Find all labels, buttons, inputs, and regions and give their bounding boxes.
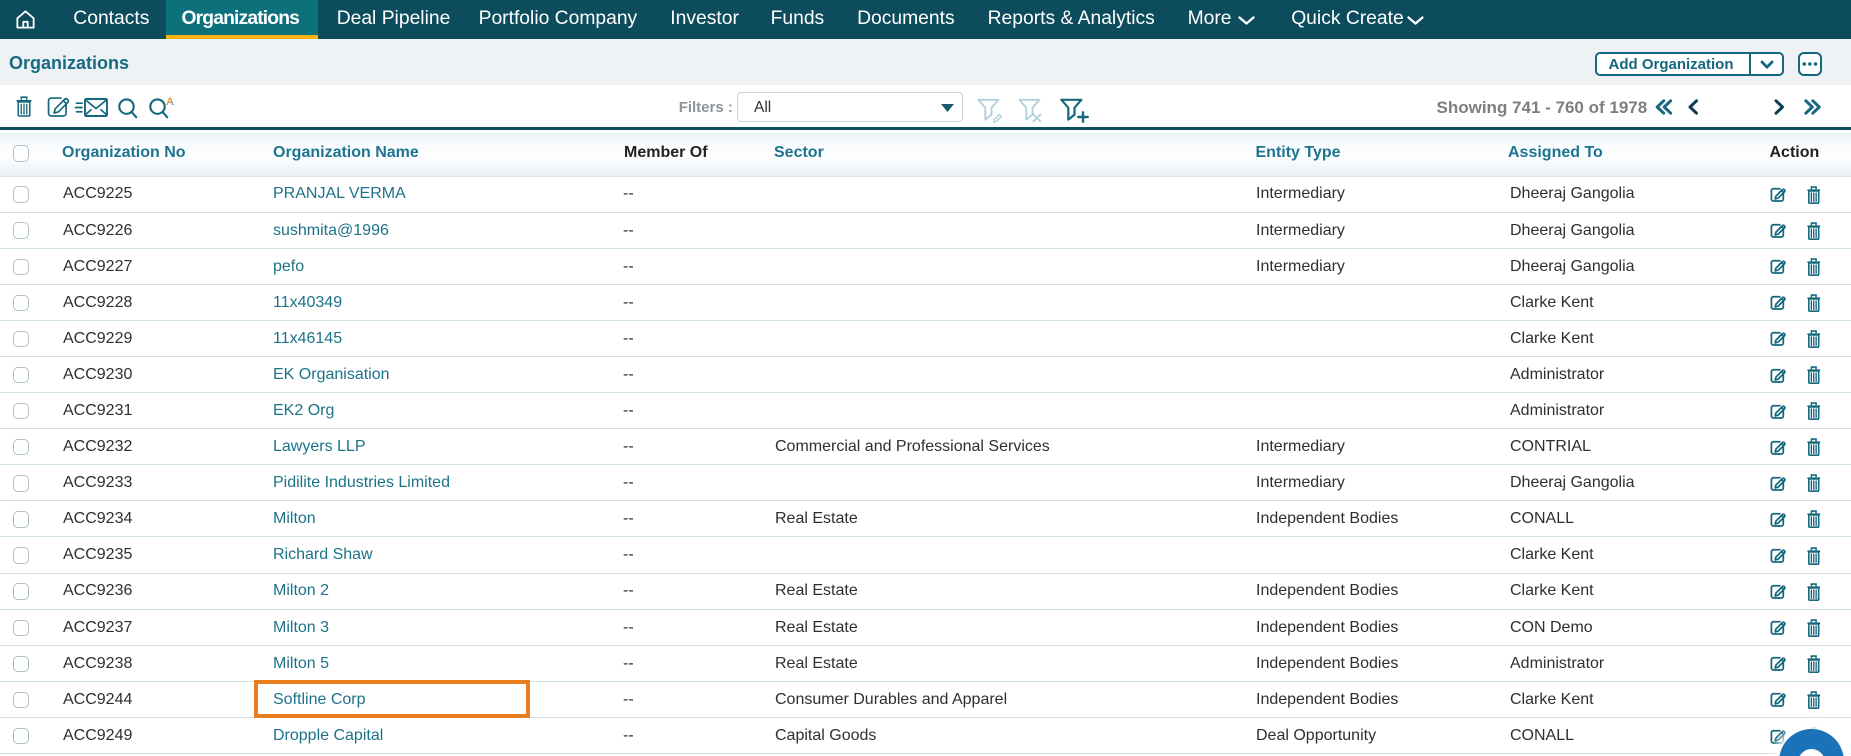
svg-text:A: A [166,96,174,106]
